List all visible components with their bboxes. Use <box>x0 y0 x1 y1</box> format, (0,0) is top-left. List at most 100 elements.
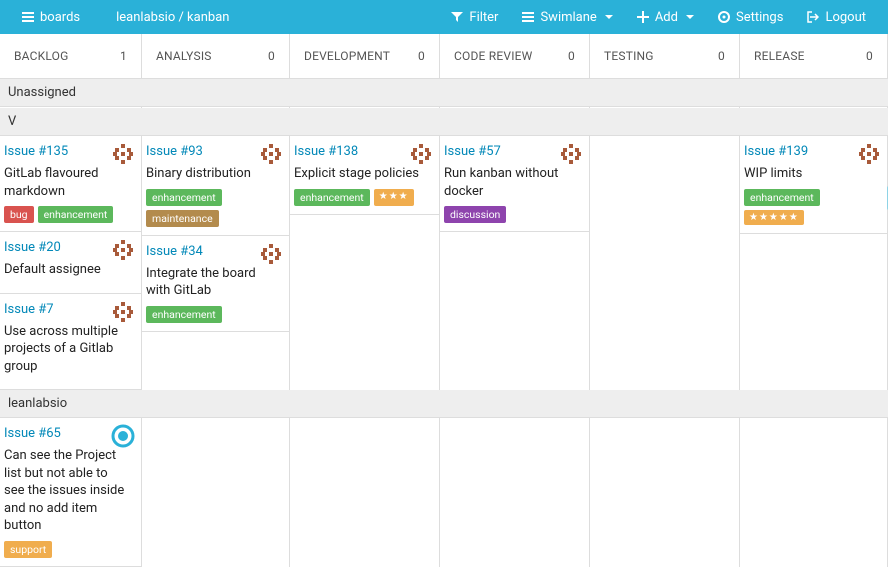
column-header[interactable]: CODE REVIEW 0 <box>440 34 590 78</box>
boards-menu[interactable]: boards <box>10 0 92 34</box>
add-menu[interactable]: Add <box>625 0 706 34</box>
lane-column[interactable]: Issue #57Run kanban without dockerdiscus… <box>440 136 590 390</box>
lane-column[interactable]: Issue #138Explicit stage policiesenhance… <box>290 136 440 390</box>
filter-button[interactable]: Filter <box>439 0 510 34</box>
assignee-avatar[interactable] <box>111 300 135 324</box>
swimlane-row <box>0 107 888 108</box>
lane-column[interactable] <box>290 107 440 108</box>
card-tags: enhancement ★★★★★ <box>744 189 877 225</box>
lane-column[interactable] <box>740 418 888 567</box>
tag-bug[interactable]: bug <box>4 206 34 223</box>
tag-maintenance[interactable]: maintenance <box>146 210 219 227</box>
swimlane-header[interactable]: V <box>0 108 888 136</box>
column-header[interactable]: TESTING0 <box>590 34 740 78</box>
column-count: 0 <box>568 49 575 63</box>
logout-button[interactable]: Logout <box>795 0 878 34</box>
assignee-avatar[interactable] <box>259 242 283 266</box>
chevron-down-icon <box>686 15 694 19</box>
lane-column[interactable] <box>740 107 888 108</box>
priority-stars: ★★★ <box>374 189 414 206</box>
column-count: 1 <box>120 49 127 63</box>
lane-column[interactable]: Issue #93Binary distributionenhancementm… <box>142 136 290 390</box>
tag-enhancement[interactable]: enhancement <box>744 189 820 206</box>
column-count: 0 <box>268 49 275 63</box>
card-title: Use across multiple projects of a Gitlab… <box>4 323 131 376</box>
tag-enhancement[interactable]: enhancement <box>294 189 370 206</box>
lane-column[interactable] <box>290 418 440 567</box>
kanban-card[interactable]: Issue #93Binary distributionenhancementm… <box>142 136 289 236</box>
assignee-avatar[interactable] <box>409 142 433 166</box>
swimlane-menu[interactable]: Swimlane <box>510 0 624 34</box>
card-title: Explicit stage policies <box>294 165 429 183</box>
kanban-card[interactable]: Issue #7Use across multiple projects of … <box>0 294 141 391</box>
card-tags: discussion <box>444 206 579 223</box>
card-tags: bugenhancement <box>4 206 131 223</box>
card-title: GitLab flavoured markdown <box>4 165 131 200</box>
assignee-avatar[interactable] <box>111 142 135 166</box>
column-header[interactable]: ANALYSIS 0 <box>142 34 290 78</box>
gear-icon <box>718 11 730 23</box>
breadcrumb[interactable]: leanlabsio / kanban <box>98 0 241 34</box>
card-tags: enhancement★★★ <box>294 189 429 206</box>
swimlane-header[interactable]: leanlabsio <box>0 390 888 418</box>
card-tags: support <box>4 541 131 558</box>
kanban-card[interactable]: Issue #57Run kanban without dockerdiscus… <box>440 136 589 232</box>
priority-stars: ★★★★★ <box>744 210 804 225</box>
swimlane-header[interactable]: Unassigned <box>0 79 888 107</box>
card-title: Binary distribution <box>146 165 279 183</box>
swimlane-row: Issue #135GitLab flavoured markdownbugen… <box>0 136 888 390</box>
column-name: RELEASE <box>754 49 805 63</box>
tag-enhancement[interactable]: enhancement <box>146 189 222 206</box>
lane-column[interactable]: Issue #139WIP limitsenhancement★★★★★clos… <box>740 136 888 390</box>
lane-column[interactable] <box>142 107 290 108</box>
lane-column[interactable] <box>142 418 290 567</box>
tag-enhancement[interactable]: enhancement <box>146 306 222 323</box>
swimlane-row: Issue #65Can see the Project list but no… <box>0 418 888 567</box>
column-name: CODE REVIEW <box>454 49 533 63</box>
logout-icon <box>807 11 819 23</box>
kanban-card[interactable]: Issue #139WIP limitsenhancement★★★★★clos… <box>740 136 887 234</box>
filter-icon <box>451 11 463 23</box>
kanban-card[interactable]: Issue #138Explicit stage policiesenhance… <box>290 136 439 215</box>
lane-column[interactable]: Issue #65Can see the Project list but no… <box>0 418 142 567</box>
card-title: Run kanban without docker <box>444 165 579 200</box>
column-header[interactable]: RELEASE 0 <box>740 34 888 78</box>
lane-column[interactable] <box>590 418 740 567</box>
column-count: 0 <box>418 49 425 63</box>
boards-label: boards <box>40 10 80 25</box>
lane-column[interactable]: Issue #135GitLab flavoured markdownbugen… <box>0 136 142 390</box>
card-title: WIP limits <box>744 165 877 183</box>
lane-column[interactable] <box>440 107 590 108</box>
settings-button[interactable]: Settings <box>706 0 795 34</box>
card-tags: enhancement maintenance <box>146 189 279 227</box>
tag-enhancement[interactable]: enhancement <box>38 206 114 223</box>
assignee-avatar[interactable] <box>111 424 135 448</box>
kanban-card[interactable]: Issue #65Can see the Project list but no… <box>0 418 141 567</box>
card-title: Can see the Project list but not able to… <box>4 447 131 535</box>
column-headers: BACKLOG1ANALYSIS0DEVELOPMENT0CODE REVIEW… <box>0 34 888 79</box>
column-count: 0 <box>718 49 725 63</box>
tag-discussion[interactable]: discussion <box>444 206 506 223</box>
column-name: DEVELOPMENT <box>304 49 390 63</box>
card-tags: enhancement <box>146 306 279 323</box>
kanban-card[interactable]: Issue #34Integrate the board with GitLab… <box>142 236 289 332</box>
lane-column[interactable] <box>0 107 142 108</box>
card-title: Default assignee <box>4 261 131 279</box>
column-header[interactable]: DEVELOPMENT 0 <box>290 34 440 78</box>
column-count: 0 <box>866 49 873 63</box>
lane-column[interactable] <box>590 107 740 108</box>
plus-icon <box>637 11 649 23</box>
tag-support[interactable]: support <box>4 541 52 558</box>
lane-column[interactable] <box>590 136 740 390</box>
rows-icon <box>522 11 534 23</box>
kanban-card[interactable]: Issue #20Default assignee <box>0 232 141 294</box>
lane-column[interactable] <box>440 418 590 567</box>
column-header[interactable]: BACKLOG1 <box>0 34 142 78</box>
assignee-avatar[interactable] <box>559 142 583 166</box>
assignee-avatar[interactable] <box>857 142 881 166</box>
assignee-avatar[interactable] <box>259 142 283 166</box>
column-name: ANALYSIS <box>156 49 212 63</box>
assignee-avatar[interactable] <box>111 238 135 262</box>
kanban-card[interactable]: Issue #135GitLab flavoured markdownbugen… <box>0 136 141 232</box>
list-icon <box>22 11 34 23</box>
